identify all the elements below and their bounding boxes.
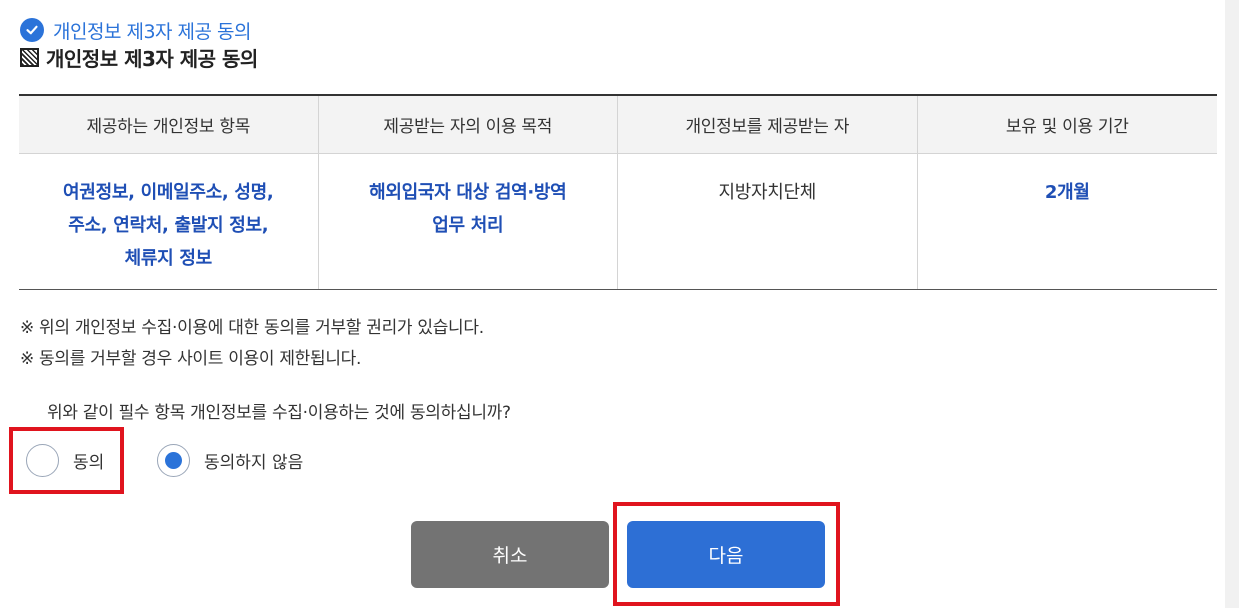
consent-table: 제공하는 개인정보 항목 제공받는 자의 이용 목적 개인정보를 제공받는 자 … <box>19 94 1217 290</box>
notice-text: ※ 위의 개인정보 수집·이용에 대한 동의를 거부할 권리가 있습니다. ※ … <box>20 313 484 375</box>
cell-recipient: 지방자치단체 <box>618 154 918 289</box>
consent-question: 위와 같이 필수 항목 개인정보를 수집·이용하는 것에 동의하십니까? <box>47 403 511 423</box>
cell-items-line: 여권정보, 이메일주소, 성명, <box>63 182 274 203</box>
section-title: 개인정보 제3자 제공 동의 <box>20 42 258 72</box>
header-recipient: 개인정보를 제공받는 자 <box>618 96 918 153</box>
table-row: 여권정보, 이메일주소, 성명, 주소, 연락처, 출발지 정보, 체류지 정보… <box>19 154 1217 289</box>
table-header-row: 제공하는 개인정보 항목 제공받는 자의 이용 목적 개인정보를 제공받는 자 … <box>19 96 1217 154</box>
right-scroll-strip <box>1225 0 1239 608</box>
cell-items-line: 체류지 정보 <box>124 248 213 269</box>
header-purpose: 제공받는 자의 이용 목적 <box>319 96 618 153</box>
cell-items-line: 주소, 연락처, 출발지 정보, <box>68 215 269 236</box>
section-subtitle-text: 개인정보 제3자 제공 동의 <box>53 20 252 43</box>
check-circle-icon <box>20 18 44 42</box>
header-period: 보유 및 이용 기간 <box>1005 117 1129 137</box>
cancel-button[interactable]: 취소 <box>411 521 609 588</box>
header-items: 제공하는 개인정보 항목 <box>19 96 319 153</box>
radio-disagree[interactable]: 동의하지 않음 <box>157 440 303 480</box>
cell-items: 여권정보, 이메일주소, 성명, 주소, 연락처, 출발지 정보, 체류지 정보 <box>19 154 319 289</box>
notice-refuse-right: ※ 위의 개인정보 수집·이용에 대한 동의를 거부할 권리가 있습니다. <box>20 318 484 338</box>
radio-disagree-circle[interactable] <box>157 443 190 477</box>
hatched-square-icon <box>20 47 39 67</box>
cell-purpose: 해외입국자 대상 검역·방역 업무 처리 <box>319 154 618 289</box>
cell-purpose-line: 해외입국자 대상 검역·방역 <box>369 182 567 203</box>
cell-recipient-text: 지방자치단체 <box>718 182 817 203</box>
highlight-box-next <box>613 502 840 606</box>
cell-period: 2개월 <box>918 154 1218 289</box>
radio-disagree-label[interactable]: 동의하지 않음 <box>204 448 303 473</box>
cell-period-text: 2개월 <box>1044 182 1090 203</box>
section-subtitle: 개인정보 제3자 제공 동의 <box>20 16 252 44</box>
section-title-text: 개인정보 제3자 제공 동의 <box>46 46 258 71</box>
highlight-box-agree <box>9 427 124 494</box>
cell-purpose-line: 업무 처리 <box>432 215 504 236</box>
notice-restriction: ※ 동의를 거부할 경우 사이트 이용이 제한됩니다. <box>20 349 362 369</box>
